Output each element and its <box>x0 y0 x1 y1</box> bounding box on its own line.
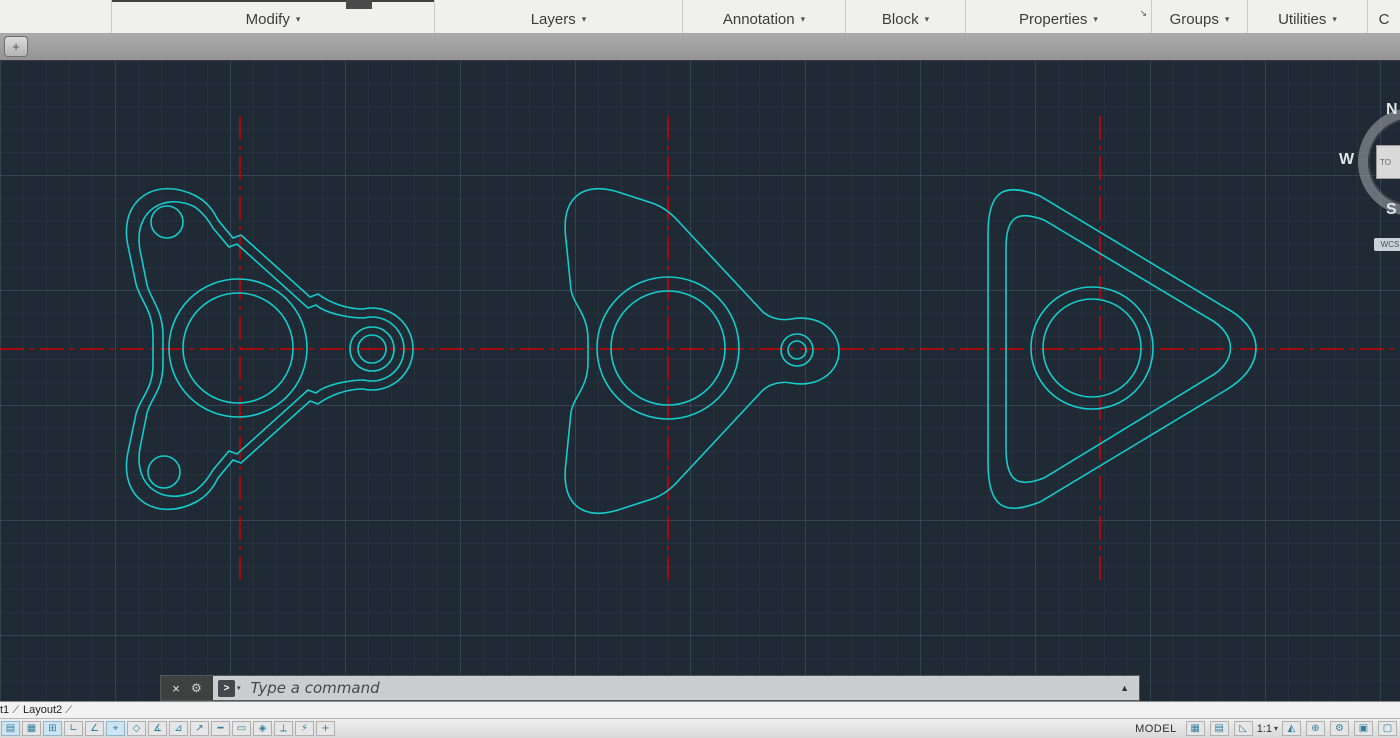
file-tab-bar: + <box>0 33 1400 61</box>
viewcube-north-label[interactable]: N <box>1386 101 1398 119</box>
tab-layout2[interactable]: Layout2 <box>23 704 62 716</box>
statusbar-icon-grid[interactable]: ⊞ <box>43 721 62 736</box>
statusbar-icon-polar[interactable]: ∠ <box>85 721 104 736</box>
command-bar[interactable]: × ⚙ > ▾ Type a command ▲ <box>160 675 1140 701</box>
status-bar-right: MODEL ▦ ▤ ◺ 1:1 ▾ ◭ ⊕ ⚙ ▣ ▢ <box>1135 721 1400 736</box>
statusbar-icon-inference[interactable]: ▤ <box>1 721 20 736</box>
panel-label: Properties <box>1019 11 1087 28</box>
chevron-down-icon: ▾ <box>1093 14 1098 25</box>
display-icon[interactable]: ▣ <box>1354 721 1373 736</box>
panel-label: C <box>1379 11 1390 28</box>
annotation-autoscale-icon[interactable]: ⊕ <box>1306 721 1325 736</box>
command-bar-tools: × ⚙ <box>161 676 213 700</box>
clean-screen-icon[interactable]: ▢ <box>1378 721 1397 736</box>
statusbar-icon-lwt[interactable]: ━ <box>211 721 230 736</box>
ribbon-panel-properties[interactable]: Properties ▾ ↘ <box>966 0 1152 33</box>
ribbon-panel-row: Modify ▾ Layers ▾ Annotation ▾ Block ▾ P… <box>0 0 1400 34</box>
tab-model-cut[interactable]: t1 <box>0 704 9 716</box>
wcs-dropdown[interactable]: WCS <box>1374 238 1400 251</box>
viewcube-west-label[interactable]: W <box>1339 151 1354 169</box>
scale-label: 1:1 <box>1257 723 1272 735</box>
panel-label: Utilities <box>1278 11 1326 28</box>
statusbar-icon-otrack[interactable]: ∡ <box>148 721 167 736</box>
annotation-scale-value[interactable]: 1:1 ▾ <box>1257 723 1278 735</box>
statusbar-icon-ducs[interactable]: ⊿ <box>169 721 188 736</box>
command-placeholder: Type a command <box>251 679 380 697</box>
panel-dialog-launcher-icon[interactable]: ↘ <box>1139 8 1147 19</box>
ribbon-panel-utilities[interactable]: Utilities ▾ <box>1248 0 1368 33</box>
chevron-down-icon: ▾ <box>801 14 806 25</box>
chevron-down-icon: ▾ <box>1274 724 1278 733</box>
plus-icon: + <box>12 39 20 54</box>
ribbon-panel-modify[interactable]: Modify ▾ <box>112 0 435 33</box>
statusbar-icon-selection-cycling[interactable]: ⟂ <box>274 721 293 736</box>
wrench-icon[interactable]: ⚙ <box>191 681 202 695</box>
ribbon-panel-cut-left <box>0 0 112 33</box>
cad-drawing[interactable] <box>0 60 1400 701</box>
model-space-icon[interactable]: ▦ <box>1186 721 1205 736</box>
chevron-down-icon: ▾ <box>582 14 587 25</box>
layout-space-icon[interactable]: ▤ <box>1210 721 1229 736</box>
panel-label: Modify <box>246 11 290 28</box>
viewcube[interactable]: W N S TO WCS <box>1336 95 1400 270</box>
collapse-arrow-icon[interactable]: ▲ <box>1120 683 1129 693</box>
viewcube-top-face[interactable]: TO <box>1376 145 1400 179</box>
ribbon-panel-annotation[interactable]: Annotation ▾ <box>683 0 846 33</box>
flange-middle[interactable] <box>565 189 839 514</box>
statusbar-icon-3dosnap[interactable]: ◇ <box>127 721 146 736</box>
panel-label: Groups <box>1170 11 1219 28</box>
statusbar-icon-units[interactable]: + <box>316 721 335 736</box>
panel-label: Block <box>882 11 919 28</box>
command-prompt-icon[interactable]: > <box>218 680 235 697</box>
annotation-visibility-icon[interactable]: ◭ <box>1282 721 1301 736</box>
centerlines[interactable] <box>0 116 1400 580</box>
chevron-down-icon: ▾ <box>925 14 930 25</box>
model-space-canvas[interactable] <box>0 60 1400 701</box>
panel-label: Annotation <box>723 11 795 28</box>
statusbar-icon-quick-properties[interactable]: ◈ <box>253 721 272 736</box>
ribbon-panel-layers[interactable]: Layers ▾ <box>435 0 683 33</box>
statusbar-icon-osnap[interactable]: ⌖ <box>106 721 125 736</box>
new-drawing-button[interactable]: + <box>4 36 28 57</box>
close-icon[interactable]: × <box>172 681 180 696</box>
model-label: MODEL <box>1135 723 1177 735</box>
chevron-down-icon: ▾ <box>1332 14 1337 25</box>
command-input-area[interactable]: > ▾ Type a command ▲ <box>213 676 1139 700</box>
statusbar-icon-snap[interactable]: ▦ <box>22 721 41 736</box>
statusbar-icon-dyn[interactable]: ↗ <box>190 721 209 736</box>
ribbon-panel-block[interactable]: Block ▾ <box>846 0 966 33</box>
chevron-down-icon: ▾ <box>1225 14 1230 25</box>
statusbar-icon-transparency[interactable]: ▭ <box>232 721 251 736</box>
status-bar: ▤ ▦ ⊞ ∟ ∠ ⌖ ◇ ∡ ⊿ ↗ ━ ▭ ◈ ⟂ ⚡ + MODEL ▦ … <box>0 718 1400 738</box>
annotation-scale-icon[interactable]: ◺ <box>1234 721 1253 736</box>
panel-label: Layers <box>531 11 576 28</box>
layout-tab-bar: t1 ∕ Layout2 ∕ <box>0 701 1400 718</box>
ribbon-panel-clipboard-cut[interactable]: C <box>1368 0 1400 33</box>
tab-separator: ∕ <box>15 704 17 716</box>
chevron-down-icon[interactable]: ▾ <box>237 684 241 692</box>
statusbar-icon-annotation-monitor[interactable]: ⚡ <box>295 721 314 736</box>
viewcube-south-label[interactable]: S <box>1386 201 1397 219</box>
workspace-gear-icon[interactable]: ⚙ <box>1330 721 1349 736</box>
ribbon-panel-groups[interactable]: Groups ▾ <box>1152 0 1248 33</box>
statusbar-icon-ortho[interactable]: ∟ <box>64 721 83 736</box>
tab-separator: ∕ <box>68 704 70 716</box>
chevron-down-icon: ▾ <box>296 14 301 25</box>
